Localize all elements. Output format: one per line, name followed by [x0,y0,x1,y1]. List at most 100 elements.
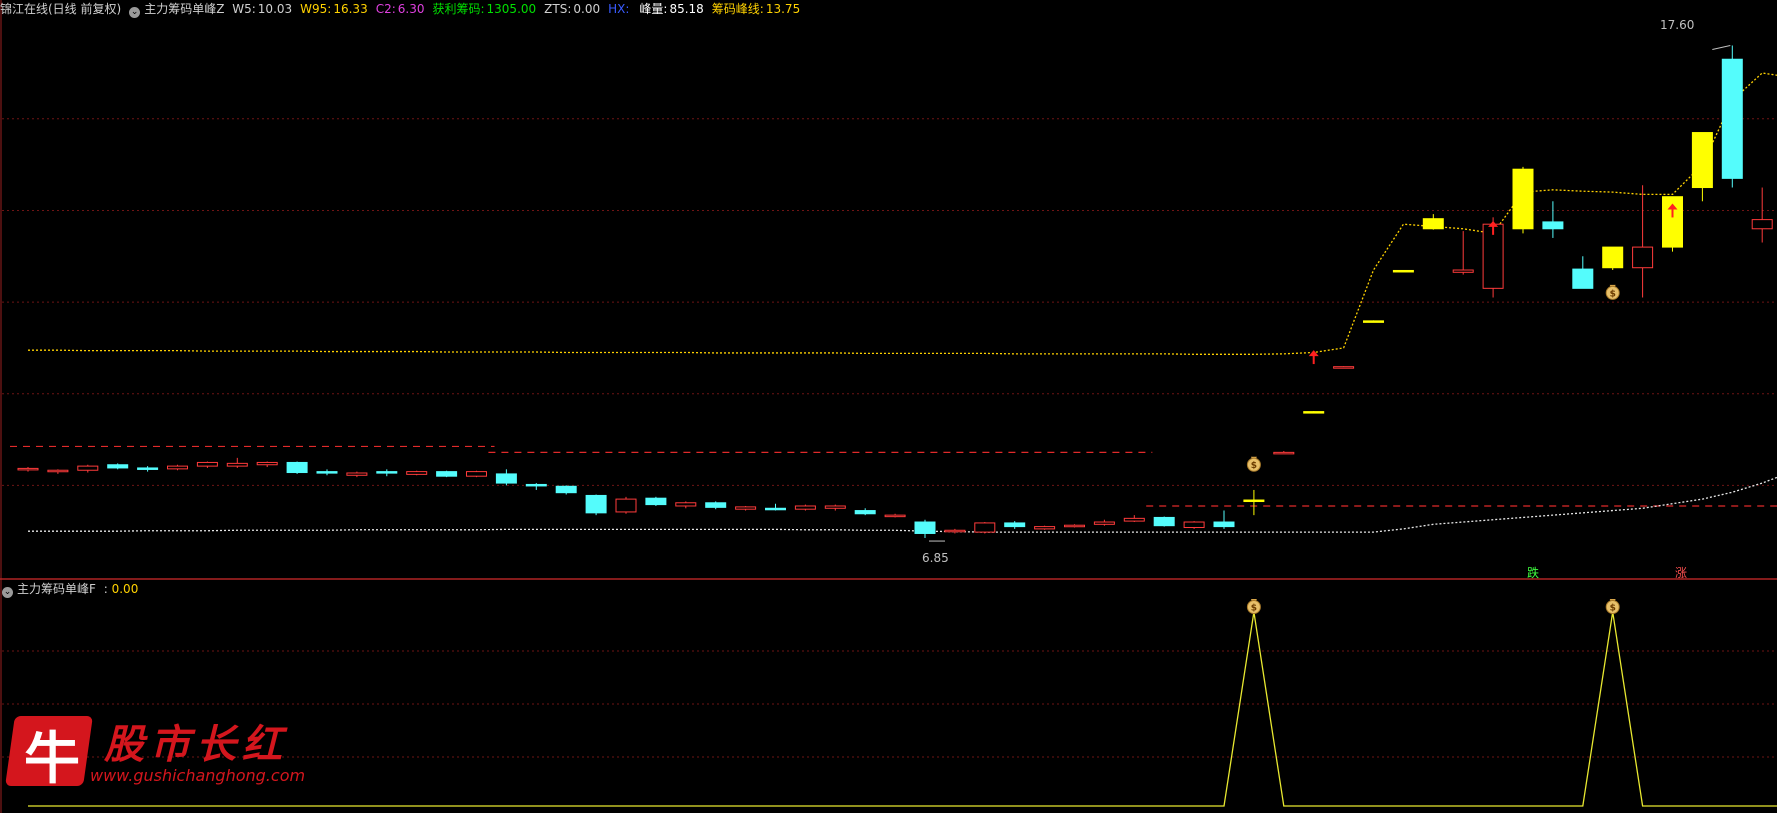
candle[interactable] [974,522,996,534]
candle-body [376,471,398,474]
candle[interactable] [196,461,218,468]
chart-canvas[interactable]: $$ $ $ 17.60 6.85 跌 涨 [0,0,1777,813]
candle[interactable] [735,505,757,511]
high-price-label: 17.60 [1660,18,1694,32]
candle-body [226,462,248,467]
candle[interactable] [1243,489,1265,516]
candle[interactable] [615,496,637,514]
candle[interactable] [316,469,338,476]
candle-body [436,471,458,477]
candle[interactable] [1602,246,1624,271]
candle[interactable] [1721,45,1743,188]
candle[interactable] [1691,132,1713,202]
candle-body [1602,246,1624,269]
candle[interactable] [824,504,846,511]
candle[interactable] [1512,166,1534,234]
candles[interactable] [17,45,1777,539]
candle[interactable] [346,471,368,478]
field-value: 13.75 [765,2,801,16]
collapse-circle-icon[interactable]: ⌄ [2,587,13,598]
field-value: 0.00 [573,2,601,16]
candle[interactable] [1123,515,1145,523]
candle[interactable] [525,483,547,490]
candle[interactable] [854,508,876,516]
candle-body [1392,269,1414,273]
candle[interactable] [1273,450,1295,455]
field-value: 1305.00 [486,2,537,16]
candle[interactable] [1303,411,1325,414]
candle[interactable] [1392,269,1414,273]
field-value: 10.03 [257,2,293,16]
candle[interactable] [1542,201,1564,238]
candle[interactable] [555,485,577,495]
candle[interactable] [585,494,607,516]
candle-body [1213,521,1235,528]
candle-body [1004,522,1026,528]
candle[interactable] [884,513,906,518]
candle[interactable] [466,470,487,478]
candle-body [555,485,577,494]
chart-labels: 17.60 6.85 跌 涨 [922,18,1694,580]
candle[interactable] [137,466,159,472]
candle[interactable] [794,504,816,511]
candle-body [1153,516,1175,527]
candle[interactable] [944,528,966,534]
candle[interactable] [376,469,398,477]
collapse-circle-icon[interactable]: ⌄ [129,7,141,18]
candle[interactable] [77,464,99,473]
candle[interactable] [1422,214,1444,230]
candle[interactable] [645,496,667,506]
candle[interactable] [1333,366,1355,369]
sub-indicator-name[interactable]: 主力筹码单峰F [17,582,96,596]
candle[interactable] [1093,519,1115,526]
arrow-head [1308,350,1319,357]
low-price-label: 6.85 [922,551,949,565]
candle[interactable] [1183,521,1205,529]
candle-body [824,505,846,509]
candle[interactable] [256,461,278,468]
candle[interactable] [914,519,936,539]
candle[interactable] [675,501,697,509]
candle[interactable] [436,470,458,478]
candle-body [914,521,936,534]
candle[interactable] [286,461,308,474]
candle-body [1363,320,1384,323]
field-value: 6.30 [397,2,425,16]
candle[interactable] [1004,521,1026,529]
sub-indicator-value: 0.00 [111,582,139,596]
candle[interactable] [705,501,727,510]
grid-layer [0,0,1777,813]
candle[interactable] [765,503,786,511]
candle[interactable] [226,457,248,468]
candle-body [1632,246,1654,269]
candle[interactable] [167,464,188,471]
money-bag-icon: $ [1605,284,1620,300]
candle-body [1243,499,1265,503]
stock-chart-window: $ $ $ $ 17.60 6.85 跌 涨 锦江在线(日线 前复权) ⌄ 主力筹码单峰… [0,0,1777,813]
candle-body [1273,451,1295,455]
candle[interactable] [1064,524,1085,528]
candle[interactable] [1572,256,1594,289]
candle-body [1303,411,1325,414]
candle[interactable] [1452,231,1474,275]
candle[interactable] [406,470,428,476]
candle[interactable] [1363,320,1384,323]
candle-body [406,471,428,475]
candle[interactable] [107,463,129,470]
candle[interactable] [1153,516,1175,527]
candle[interactable] [495,469,517,486]
candle[interactable] [47,469,69,474]
candle-body [1422,218,1444,230]
candle[interactable] [17,467,39,472]
main-indicator-name[interactable]: 主力筹码单峰Z [144,2,224,16]
candle-body [1721,58,1743,179]
candle[interactable] [1632,185,1654,298]
candle-body [675,502,697,507]
money-bag-symbol: $ [1610,604,1616,614]
candle[interactable] [1034,525,1056,530]
candle-body [495,473,517,484]
candle[interactable] [1751,187,1773,243]
candle[interactable] [1213,510,1235,529]
field-value: 85.18 [669,2,704,16]
candle-body [466,471,487,477]
